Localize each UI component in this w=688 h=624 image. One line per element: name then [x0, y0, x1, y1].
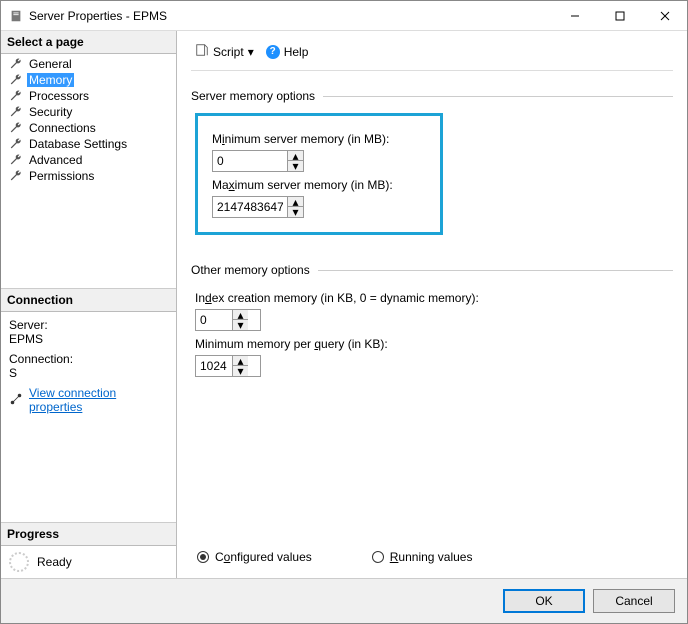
select-page-header: Select a page	[1, 31, 176, 54]
wrench-icon	[9, 105, 23, 119]
sidebar-item-memory[interactable]: Memory	[1, 72, 176, 88]
connection-properties-icon	[9, 392, 23, 409]
sidebar-item-advanced[interactable]: Advanced	[1, 152, 176, 168]
script-button[interactable]: Script ▾	[191, 41, 258, 62]
sidebar-item-permissions[interactable]: Permissions	[1, 168, 176, 184]
dropdown-icon: ▾	[248, 45, 254, 59]
sidebar-item-general[interactable]: General	[1, 56, 176, 72]
other-memory-group-title: Other memory options	[191, 263, 310, 277]
script-icon	[195, 43, 209, 60]
min-query-memory-input[interactable]	[196, 356, 232, 376]
maximize-button[interactable]	[597, 1, 642, 30]
connection-header: Connection	[1, 289, 176, 312]
progress-header: Progress	[1, 523, 176, 546]
right-panel: Script ▾ ? Help Server memory options Mi…	[177, 31, 687, 578]
index-memory-input[interactable]	[196, 310, 232, 330]
configured-values-radio[interactable]: Configured values	[197, 550, 312, 564]
left-panel: Select a page General Memory Processors Sec…	[1, 31, 177, 578]
min-memory-input[interactable]	[213, 151, 287, 171]
server-label: Server:	[9, 318, 168, 332]
progress-status: Ready	[37, 555, 72, 569]
sidebar-item-label: Security	[27, 105, 74, 119]
spin-down-icon[interactable]: ▾	[233, 320, 248, 330]
sidebar-item-label: Permissions	[27, 169, 96, 183]
close-button[interactable]	[642, 1, 687, 30]
running-values-radio[interactable]: Running values	[372, 550, 473, 564]
server-properties-window: Server Properties - EPMS Select a page G…	[0, 0, 688, 624]
configured-values-label: Configured values	[215, 550, 312, 564]
sidebar-item-label: Processors	[27, 89, 91, 103]
sidebar-item-label: Connections	[27, 121, 98, 135]
max-memory-label: Maximum server memory (in MB):	[212, 178, 426, 192]
sidebar-item-label: Advanced	[27, 153, 84, 167]
wrench-icon	[9, 121, 23, 135]
wrench-icon	[9, 73, 23, 87]
view-connection-properties-link[interactable]: View connection properties	[29, 386, 168, 414]
connection-label: Connection:	[9, 352, 168, 366]
script-label: Script	[213, 45, 244, 59]
sidebar-item-security[interactable]: Security	[1, 104, 176, 120]
spin-down-icon[interactable]: ▾	[288, 207, 303, 217]
dialog-footer: OK Cancel	[1, 578, 687, 623]
wrench-icon	[9, 153, 23, 167]
sidebar-item-processors[interactable]: Processors	[1, 88, 176, 104]
server-memory-group-title: Server memory options	[191, 89, 315, 103]
running-values-label: Running values	[390, 550, 473, 564]
connection-value: S	[9, 366, 168, 380]
spin-down-icon[interactable]: ▾	[233, 366, 248, 376]
cancel-button[interactable]: Cancel	[593, 589, 675, 613]
server-memory-highlight: Minimum server memory (in MB): ▴▾ Maximu…	[195, 113, 443, 235]
index-memory-label: Index creation memory (in KB, 0 = dynami…	[195, 291, 673, 305]
max-memory-spinner[interactable]: ▴▾	[212, 196, 304, 218]
help-icon: ?	[266, 45, 280, 59]
sidebar-item-label: General	[27, 57, 74, 71]
min-query-memory-spinner[interactable]: ▴▾	[195, 355, 261, 377]
spin-down-icon[interactable]: ▾	[288, 161, 303, 171]
toolbar: Script ▾ ? Help	[191, 39, 673, 71]
server-icon	[9, 9, 23, 23]
minimize-button[interactable]	[552, 1, 597, 30]
max-memory-input[interactable]	[213, 197, 287, 217]
titlebar: Server Properties - EPMS	[1, 1, 687, 31]
min-query-memory-label: Minimum memory per query (in KB):	[195, 337, 673, 351]
progress-spinner-icon	[9, 552, 29, 572]
sidebar-item-label: Memory	[27, 73, 74, 87]
sidebar-item-connections[interactable]: Connections	[1, 120, 176, 136]
help-button[interactable]: ? Help	[262, 43, 313, 61]
wrench-icon	[9, 137, 23, 151]
sidebar-item-database-settings[interactable]: Database Settings	[1, 136, 176, 152]
ok-button[interactable]: OK	[503, 589, 585, 613]
index-memory-spinner[interactable]: ▴▾	[195, 309, 261, 331]
wrench-icon	[9, 89, 23, 103]
window-title: Server Properties - EPMS	[29, 9, 552, 23]
wrench-icon	[9, 57, 23, 71]
server-value: EPMS	[9, 332, 168, 346]
min-memory-spinner[interactable]: ▴▾	[212, 150, 304, 172]
help-label: Help	[284, 45, 309, 59]
wrench-icon	[9, 169, 23, 183]
min-memory-label: Minimum server memory (in MB):	[212, 132, 426, 146]
sidebar-item-label: Database Settings	[27, 137, 129, 151]
page-list: General Memory Processors Security Connectio…	[1, 54, 176, 186]
